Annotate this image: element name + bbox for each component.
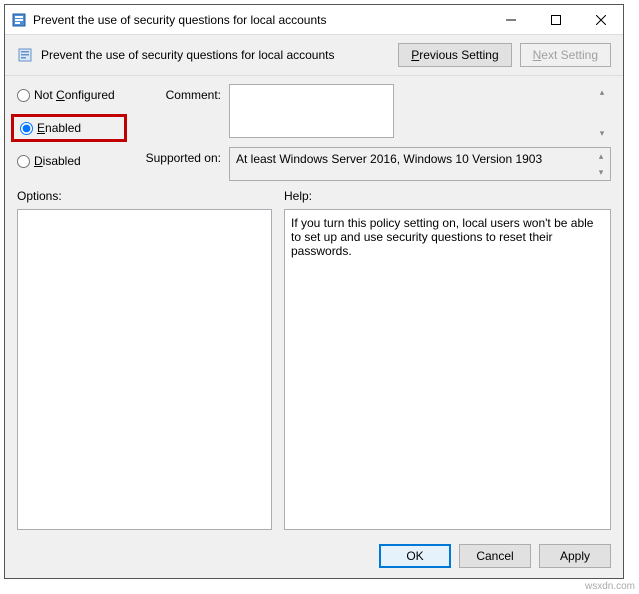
- comment-row: Comment: ▴ ▾: [139, 84, 611, 141]
- options-label: Options:: [17, 189, 272, 203]
- radio-disabled-input[interactable]: [17, 155, 30, 168]
- window-title: Prevent the use of security questions fo…: [33, 13, 488, 27]
- help-box: If you turn this policy setting on, loca…: [284, 209, 611, 530]
- watermark: wsxdn.com: [585, 581, 635, 592]
- top-section: Not Configured Enabled Disabled Comment:…: [5, 76, 623, 181]
- next-setting-button: Next Setting: [520, 43, 611, 67]
- radio-enabled-input[interactable]: [20, 122, 33, 135]
- supported-on-text: At least Windows Server 2016, Windows 10…: [236, 152, 542, 166]
- comment-textarea[interactable]: [229, 84, 394, 138]
- options-column: Options:: [17, 189, 272, 530]
- scroll-down-icon: ▾: [594, 165, 608, 179]
- bottom-section: Options: Help: If you turn this policy s…: [5, 181, 623, 534]
- scroll-down-icon[interactable]: ▾: [595, 126, 609, 140]
- toolbar: Prevent the use of security questions fo…: [5, 35, 623, 76]
- policy-title: Prevent the use of security questions fo…: [41, 48, 390, 62]
- comment-label: Comment:: [139, 84, 221, 102]
- policy-icon: [11, 12, 27, 28]
- window-controls: [488, 5, 623, 34]
- previous-setting-button[interactable]: Previous Setting: [398, 43, 511, 67]
- radio-enabled[interactable]: Enabled: [11, 114, 127, 142]
- supported-row: Supported on: At least Windows Server 20…: [139, 147, 611, 181]
- help-label: Help:: [284, 189, 611, 203]
- radio-label: Enabled: [37, 121, 81, 135]
- radio-label: Not Configured: [34, 88, 115, 102]
- fields-column: Comment: ▴ ▾ Supported on: At least Wind…: [139, 84, 611, 181]
- supported-on-box: At least Windows Server 2016, Windows 10…: [229, 147, 611, 181]
- radio-not-configured-input[interactable]: [17, 89, 30, 102]
- button-bar: OK Cancel Apply: [5, 534, 623, 578]
- help-text: If you turn this policy setting on, loca…: [291, 216, 593, 258]
- help-column: Help: If you turn this policy setting on…: [284, 189, 611, 530]
- radio-group: Not Configured Enabled Disabled: [17, 84, 127, 181]
- scroll-up-icon[interactable]: ▴: [595, 85, 609, 99]
- minimize-button[interactable]: [488, 5, 533, 34]
- titlebar: Prevent the use of security questions fo…: [5, 5, 623, 35]
- close-button[interactable]: [578, 5, 623, 34]
- apply-button[interactable]: Apply: [539, 544, 611, 568]
- options-box: [17, 209, 272, 530]
- ok-button[interactable]: OK: [379, 544, 451, 568]
- supported-label: Supported on:: [139, 147, 221, 165]
- cancel-button[interactable]: Cancel: [459, 544, 531, 568]
- radio-not-configured[interactable]: Not Configured: [17, 88, 127, 102]
- radio-label: Disabled: [34, 154, 81, 168]
- maximize-button[interactable]: [533, 5, 578, 34]
- dialog-window: Prevent the use of security questions fo…: [4, 4, 624, 579]
- policy-icon: [17, 47, 33, 63]
- radio-disabled[interactable]: Disabled: [17, 154, 127, 168]
- scroll-up-icon: ▴: [594, 149, 608, 163]
